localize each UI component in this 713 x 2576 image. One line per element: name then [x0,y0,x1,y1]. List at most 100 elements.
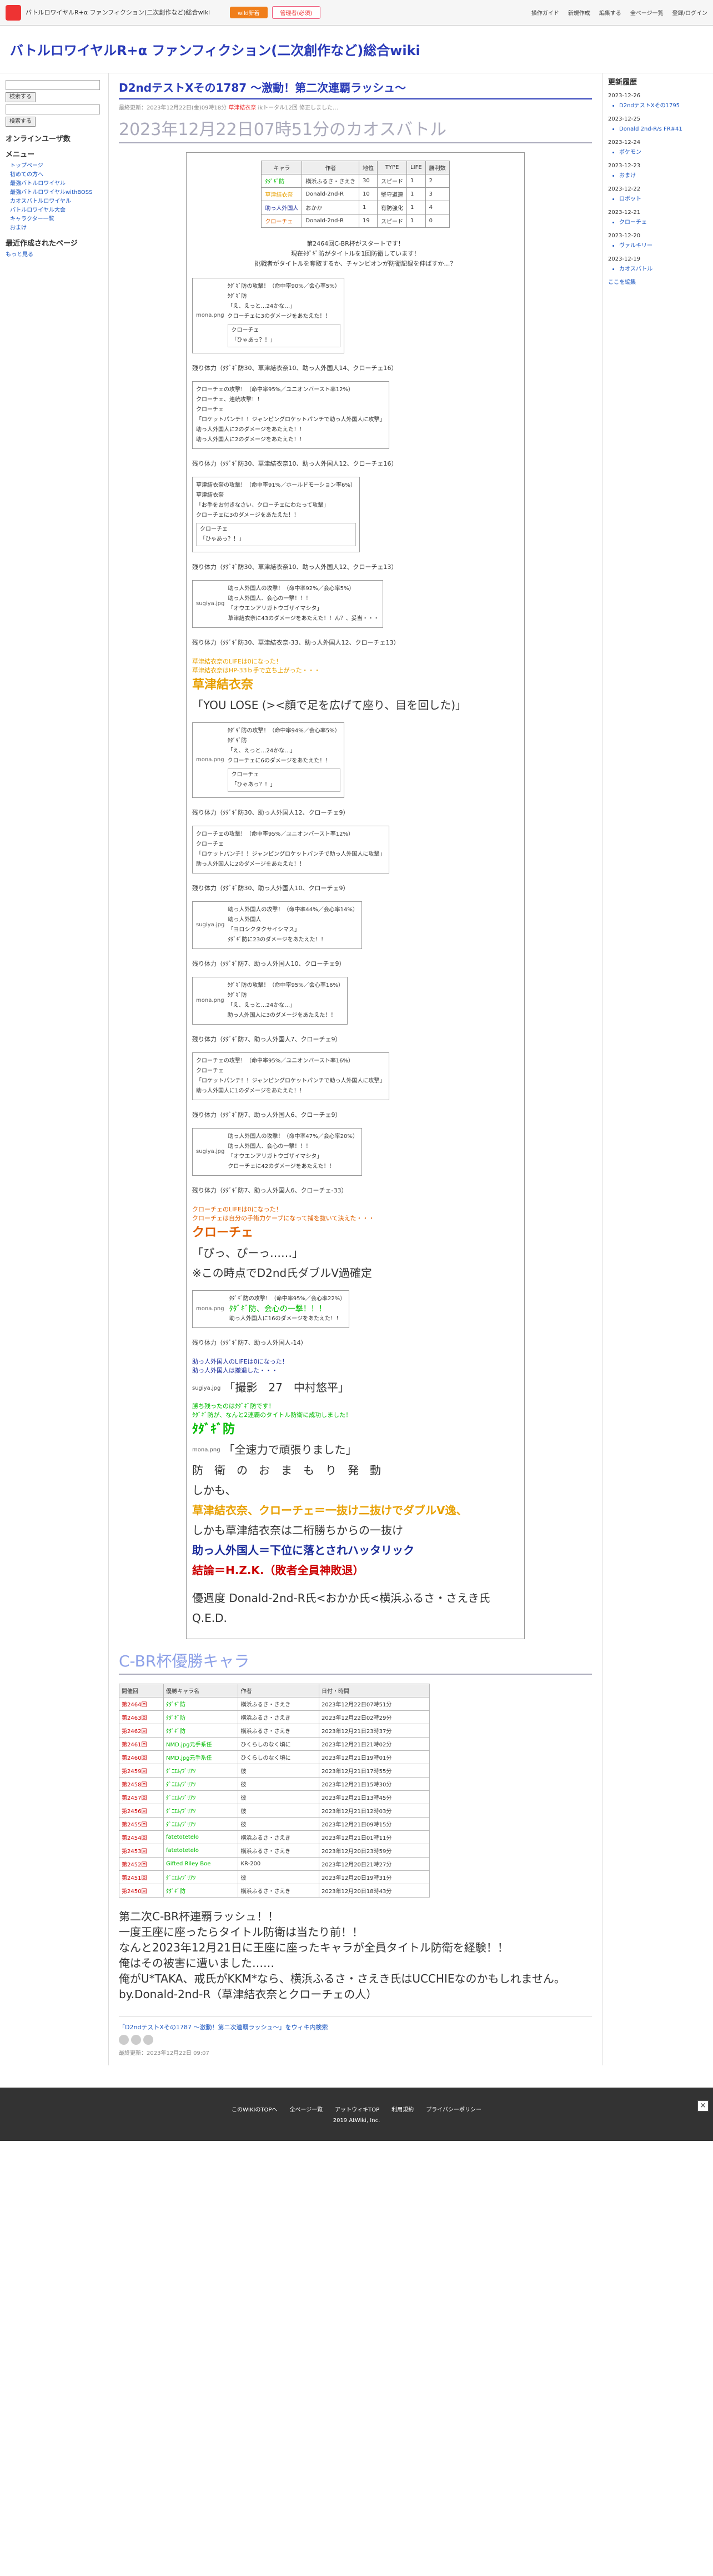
turn-line: 助っ人外国人に2のダメージをあたえた！！ [196,437,305,443]
turn-line: 「え、えっと…24かな…」 [227,303,296,309]
search-button[interactable]: 検索する [6,92,36,102]
character-image: sugiya.jpg [196,922,225,928]
remaining-hp: 残り体力（ﾀﾀﾞｷﾞ防7、助っ人外国人10、クローチェ9） [192,960,345,967]
menu-heading: メニュー [6,151,35,159]
table-row: 第2461回 NMD.jpg元手系任 ひくらしのなく頃に 2023年12月21日21時… [118,1737,430,1751]
table-row: 第2455回 ﾀﾞﾆｴﾙ/ﾌﾞﾘｱﾂ彼 2023年12月21日09時15分 [118,1817,430,1831]
menu-item[interactable]: 初めての方へ [10,171,103,179]
history-item[interactable]: D2ndテストXその1795 [619,102,707,110]
history-item[interactable]: おまけ [619,172,707,180]
history-item[interactable]: Donald 2nd-R/s FR#41 [619,126,707,133]
footer-link[interactable]: プライバシーポリシー [426,2105,481,2113]
history-item[interactable]: ロボット [619,196,707,203]
battle-turn: mona.png ﾀﾀﾞｷﾞ防の攻撃！（命中率95%／会心率16%） ﾀﾀﾞｷﾞ防「… [192,977,348,1025]
turn-line: 「ヨロシクタクサイシマス」 [228,927,300,933]
turn-line: クローチェに3のダメージをあたえた！！ [196,512,299,518]
footer-link[interactable]: このWIKIのTOPへ [232,2105,277,2113]
table-row: 第2458回 ﾀﾞﾆｴﾙ/ﾌﾞﾘｱﾂ彼 2023年12月21日15時30分 [118,1777,430,1791]
champion-heading: C-BR杯優勝キャラ [119,1649,592,1675]
turn-line: 助っ人外国人、会心の一撃！！！ [228,1144,312,1150]
search-input[interactable] [6,80,100,90]
more-link[interactable]: もっと見る [6,252,33,258]
footer-link[interactable]: アットウィキTOP [335,2105,379,2113]
turn-line: クローチェの攻撃！（命中率95%／ユニオンバースト率12%） [196,831,354,837]
turn-line: クローチェ [196,1068,224,1074]
menu-item[interactable]: カオスバトルロワイヤル [10,198,103,206]
admin-button[interactable]: 管理者(必須) [272,6,321,19]
menu-item[interactable]: 最強バトルロワイヤルwithBOSS [10,189,103,197]
battle-turn: 草津結衣奈の攻撃！（命中率91%／ホールドモーション率6%） 草津結衣奈 「お手をお… [192,477,360,552]
character-image: sugiya.jpg [196,1149,225,1155]
top-nav: 操作ガイド 新規作成 編集する 全ページ一覧 登録/ログイン [531,8,707,17]
turn-line: クローチェに6のダメージをあたえた！！ [227,758,331,764]
menu-item[interactable]: おまけ [10,224,103,232]
turn-line: クローチェ [196,841,224,847]
menu-item[interactable]: トップページ [10,162,103,170]
footer-link[interactable]: 利用規約 [391,2105,414,2113]
menu-item[interactable]: 最強バトルロワイヤル [10,180,103,188]
ending-section: 第二次C-BR杯連覇ラッシュ！！ 一度王座に座ったらタイトル防衛は当たり前！！ … [119,1910,565,2001]
menu-item[interactable]: バトルロワイヤル大会 [10,207,103,214]
close-icon[interactable]: × [697,2100,709,2111]
menu-item[interactable]: キャラクター一覧 [10,216,103,223]
wiki-logo-icon[interactable] [6,4,21,21]
turn-line: 助っ人外国人の攻撃！（命中率44%／会心率14%） [228,907,358,913]
turn-line: 助っ人外国人、会心の一撃！！！ [228,596,312,602]
nav-all-pages[interactable]: 全ページ一覧 [630,8,664,17]
nav-login[interactable]: 登録/ログイン [672,8,707,17]
history-item[interactable]: クローチェ [619,219,707,227]
nav-edit[interactable]: 編集する [599,8,621,17]
table-row: 第2452回 Gifted Riley Boe KR-200 2023年12月20日2… [118,1857,430,1871]
turn-line: クローチェ [196,407,224,413]
turn-line: クローチェに3のダメージをあたえた！！ [227,313,331,319]
site-title[interactable]: バトルロワイヤルR+α ファンフィクション(二次創作など)総合wiki [10,39,420,59]
remaining-hp: 残り体力（ﾀﾀﾞｷﾞ防7、助っ人外国人7、クローチェ9） [192,1036,342,1043]
site-header: バトルロワイヤルR+α ファンフィクション(二次創作など)総合wiki [0,26,713,73]
turn-line: 助っ人外国人に1のダメージをあたえた！！ [196,1088,305,1094]
remaining-hp: 残り体力（ﾀﾀﾞｷﾞ防30、草津結衣奈-33、助っ人外国人12、クローチェ13） [192,639,400,646]
nav-guide[interactable]: 操作ガイド [531,8,559,17]
reply-line: クローチェ [200,526,228,532]
turn-line: 「ロケットパンチ！！ジャンピングロケットパンチで助っ人外国人に攻撃」 [196,417,385,423]
share-icon[interactable] [119,2035,129,2045]
edit-here-link[interactable]: ここを編集 [608,279,707,287]
footer-link[interactable]: 全ページ一覧 [289,2105,323,2113]
share-icon[interactable] [131,2035,141,2045]
share-icon[interactable] [143,2035,153,2045]
table-row: 第2453回 fatetotetelo 横浜ふるさ・さえき 2023年12月20日23… [118,1844,430,1858]
site-name[interactable]: バトルロワイヤルR+α ファンフィクション(二次創作など)総合wiki [26,9,225,16]
history-item[interactable]: ポケモン [619,149,707,157]
turn-line: ﾀﾀﾞｷﾞ防 [227,992,247,999]
turn-line: クローチェ、連続攻撃！！ [196,397,263,403]
right-sidebar: 更新履歴 2023-12-26D2ndテストXその1795 2023-12-25… [602,73,713,2065]
table-row: 第2450回 ﾀﾀﾞｷﾞ防 横浜ふるさ・さえき 2023年12月20日18時43分 [118,1884,430,1898]
battle-turn: クローチェの攻撃！（命中率95%／ユニオンバースト率16%） クローチェ 「ロケット… [192,1052,389,1100]
wiki-new-button[interactable]: wiki新着 [230,7,268,18]
lose-section: 草津結衣奈のLIFEは0になった！ 草津結衣奈はHP-33ｂ手で立ち上がった・・… [192,658,467,712]
nav-new[interactable]: 新規作成 [568,8,590,17]
final-section: 助っ人外国人のLIFEは0になった！ 助っ人外国人は撤退した・・・ sugiya… [192,1358,490,1625]
turn-line: 「オウエンアリガトウゴザイマシタ」 [228,1154,323,1160]
table-row: 第2456回 ﾀﾞﾆｴﾙ/ﾌﾞﾘｱﾂ彼 2023年12月21日12時03分 [118,1804,430,1818]
battle-turn: クローチェの攻撃！（命中率95%／ユニオンバースト率12%） クローチェ、連続攻撃… [192,381,389,449]
turn-line: 草津結衣奈 [196,492,224,498]
turn-line: ﾀﾀﾞｷﾞ防の攻撃！（命中率94%／会心率5%） [227,728,340,734]
history-item[interactable]: ヴァルキリー [619,242,707,250]
turn-line: ﾀﾀﾞｷﾞ防の攻撃！（命中率90%／会心率5%） [227,283,340,289]
character-image: sugiya.jpg [196,601,225,607]
turn-line: ﾀﾀﾞｷﾞ防 [227,293,247,299]
search-input-2[interactable] [6,104,100,114]
history-item[interactable]: カオスバトル [619,266,707,273]
champion-table: 開催回 優勝キャラ名 作者 日付・時間 第2464回 ﾀﾀﾞｷﾞ防 横浜ふるさ・さえき 20… [118,1684,430,1898]
search-button-2[interactable]: 検索する [6,117,36,127]
turn-line: 草津結衣奈の攻撃！（命中率91%／ホールドモーション率6%） [196,482,356,488]
intro-text: 第2464回C-BR杯がスタートです！ 現在ﾀﾀﾞｷﾞ防がタイトルを1回防衛して… [254,240,456,267]
wiki-search-link[interactable]: 「D2ndテストXその1787 〜激動！第二次連覇ラッシュ〜」をウィキ内検索 [119,2016,592,2031]
turn-line: クローチェの攻撃！（命中率95%／ユニオンバースト率12%） [196,387,354,393]
turn-line: ﾀﾀﾞｷﾞ防に23のダメージをあたえた！！ [228,937,327,943]
turn-line: 草津結衣奈に43のダメージをあたえた！！ん？、妥当・・・ [228,616,379,622]
last-edit: 最終更新：2023年12月22日 09:07 [119,2050,209,2056]
table-row: 第2454回 fatetotetelo 横浜ふるさ・さえき 2023年12月21日01… [118,1830,430,1844]
table-row: 第2459回 ﾀﾞﾆｴﾙ/ﾌﾞﾘｱﾂ彼 2023年12月21日17時55分 [118,1764,430,1778]
table-row: 第2462回 ﾀﾀﾞｷﾞ防 横浜ふるさ・さえき 2023年12月21日23時37分 [118,1724,430,1738]
